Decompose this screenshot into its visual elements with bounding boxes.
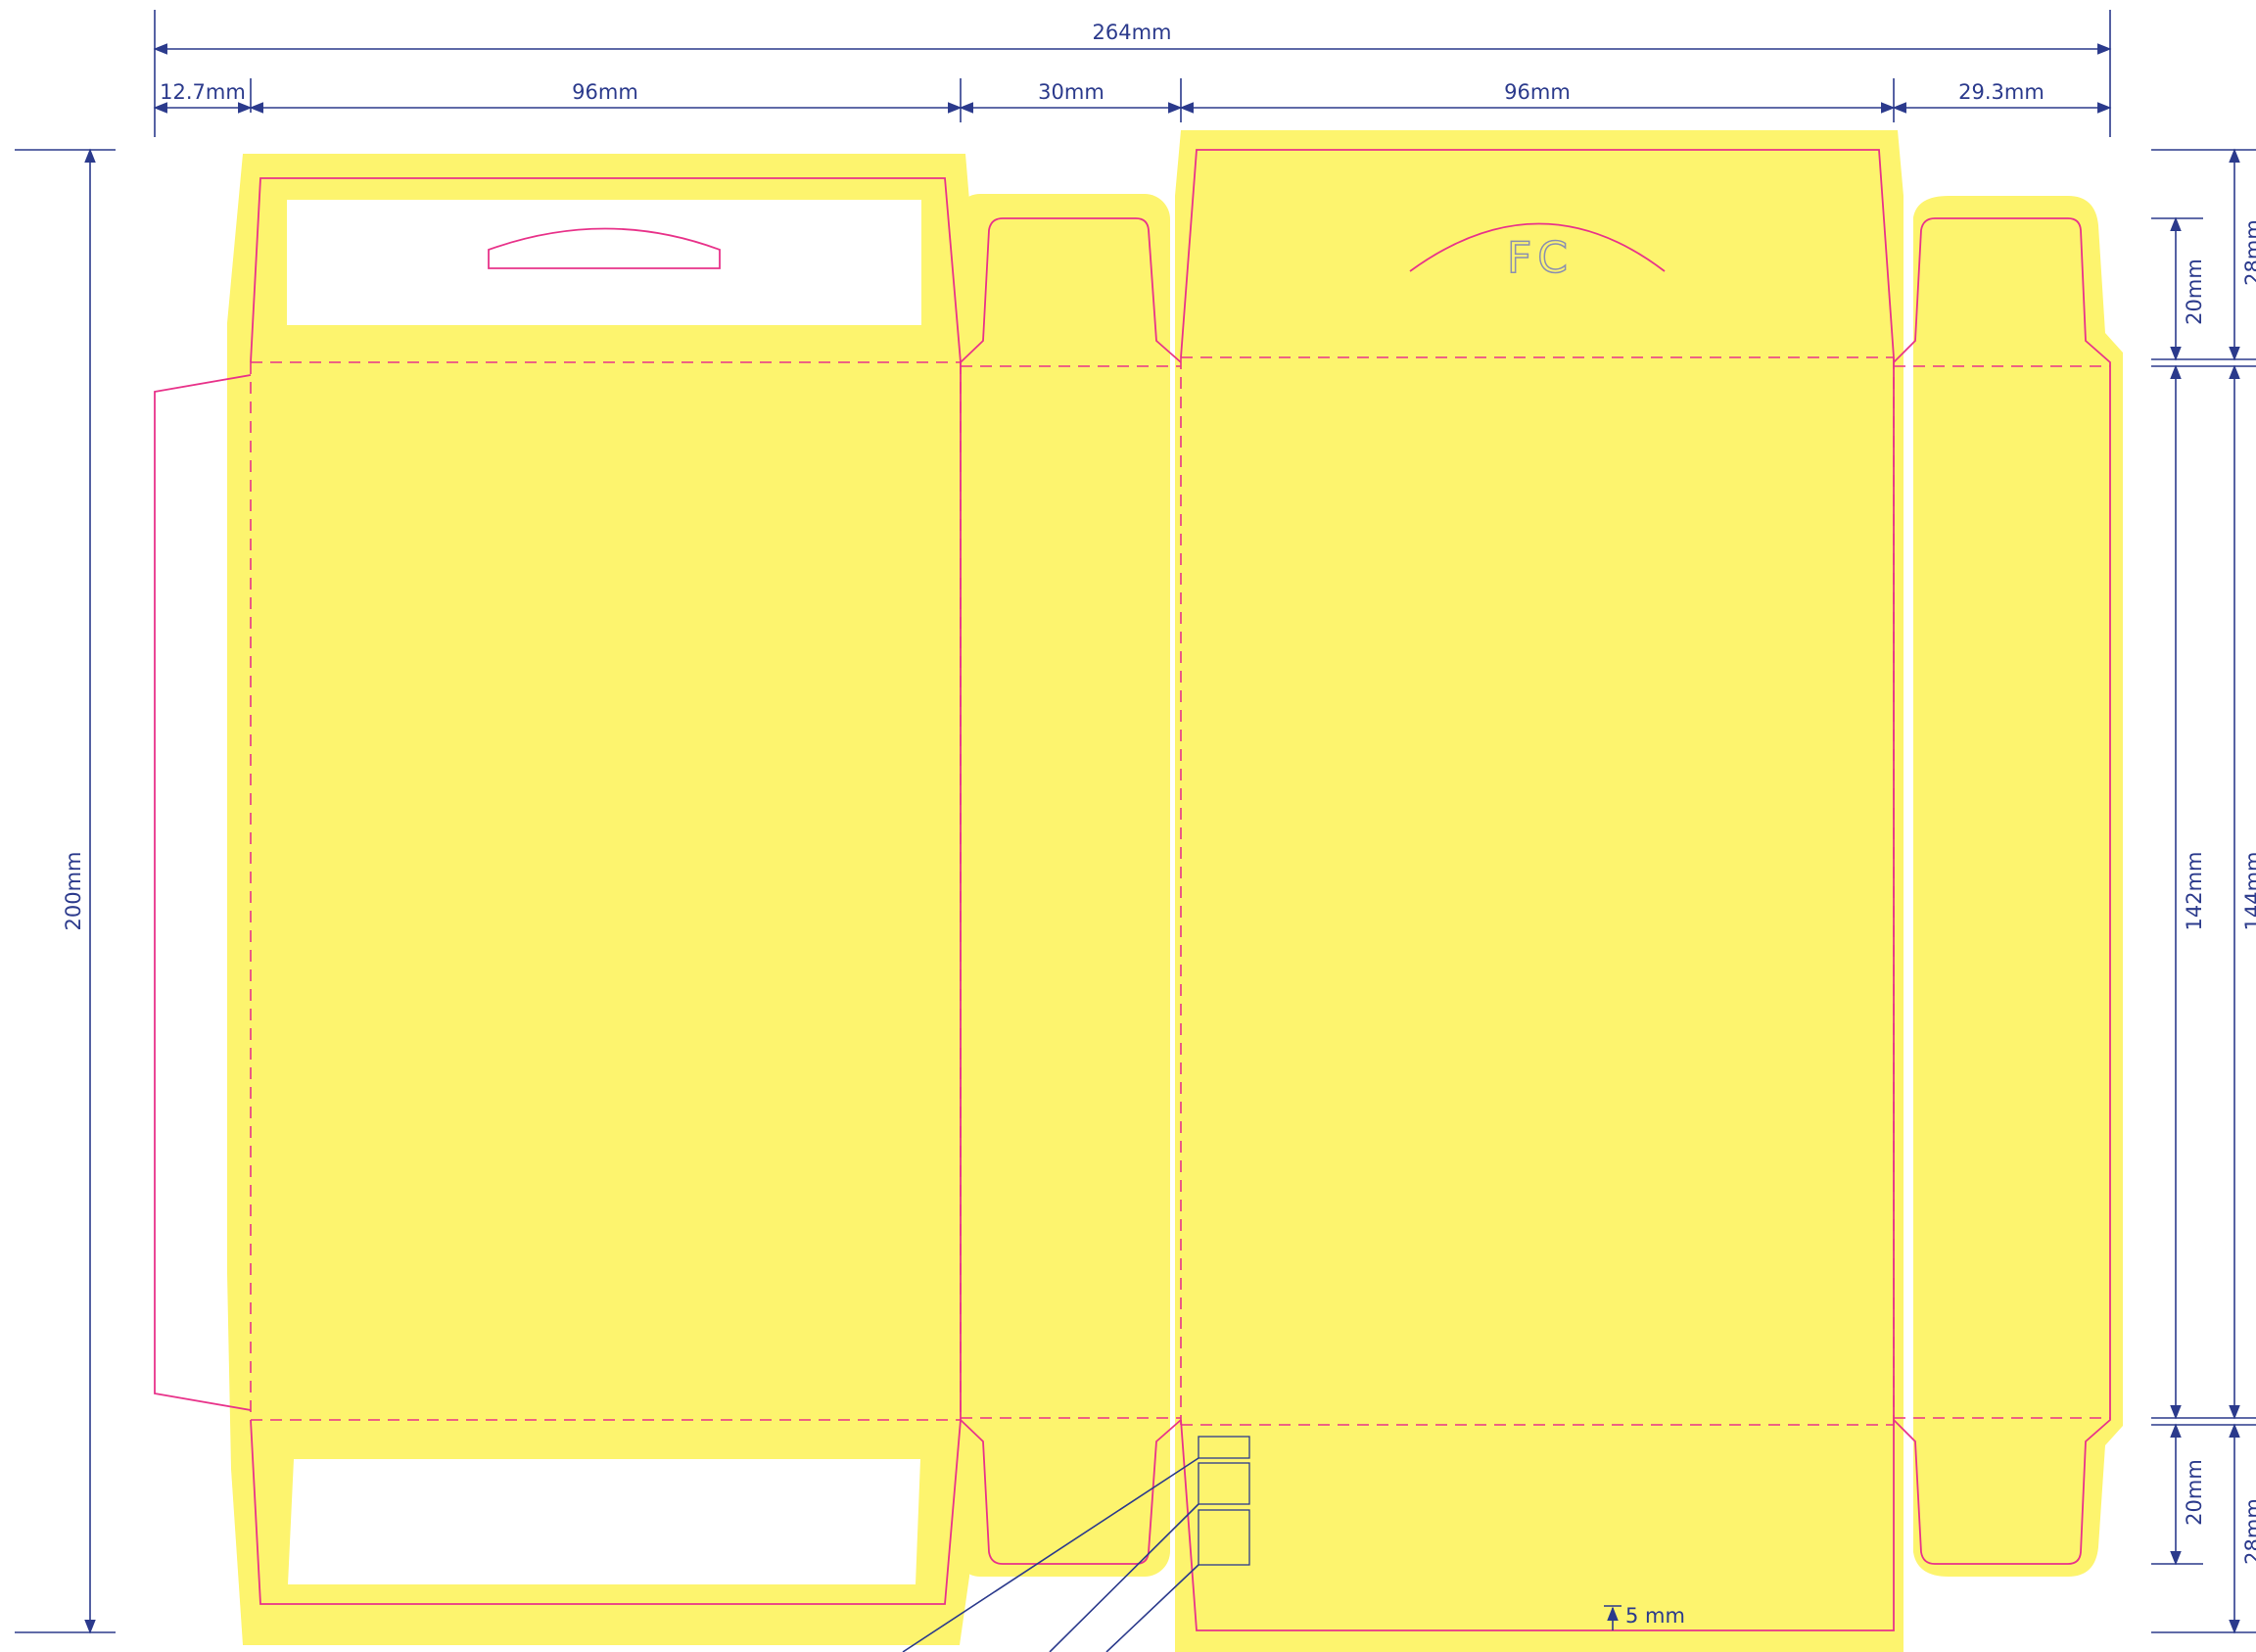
dim-side-flap: 29.3mm [1958, 80, 2044, 104]
packaging-dieline: FC 264mm 12.7mm 96mm 30mm 96mm 29.3mm 20… [15, 10, 2256, 1652]
dim-body-height-outer: 144mm [2241, 852, 2256, 931]
back-panel-bleed [227, 154, 969, 1645]
dim-bleed-offset: 5 mm [1625, 1604, 1685, 1628]
right-flap-bleed [1913, 196, 2123, 1577]
dim-body-height: 142mm [2183, 852, 2206, 931]
dim-top-tuck-outer: 28mm [2241, 219, 2256, 286]
dim-back-panel: 96mm [572, 80, 638, 104]
right-vertical-dimensions: 20mm 142mm 20mm 28mm 144mm 28mm [2151, 148, 2256, 1634]
bleed-area [227, 130, 2123, 1652]
dim-glue-flap: 12.7mm [160, 80, 246, 104]
left-vertical-dimension: 200mm [15, 148, 116, 1634]
front-panel-label: FC [1507, 233, 1574, 283]
front-panel-bleed [1175, 130, 1904, 1652]
dim-bottom-tuck: 20mm [2183, 1459, 2206, 1526]
dim-total-width: 264mm [1093, 21, 1172, 44]
horizontal-dimensions: 264mm 12.7mm 96mm 30mm 96mm 29.3mm [153, 10, 2112, 137]
dim-side-panel: 30mm [1038, 80, 1104, 104]
left-side-panel-bleed [955, 194, 1170, 1577]
dim-front-panel: 96mm [1504, 80, 1571, 104]
top-window [287, 200, 921, 325]
dim-total-height: 200mm [62, 852, 85, 931]
bottom-window [288, 1459, 920, 1584]
dim-top-tuck: 20mm [2183, 259, 2206, 325]
dim-bottom-tuck-outer: 28mm [2241, 1498, 2256, 1565]
